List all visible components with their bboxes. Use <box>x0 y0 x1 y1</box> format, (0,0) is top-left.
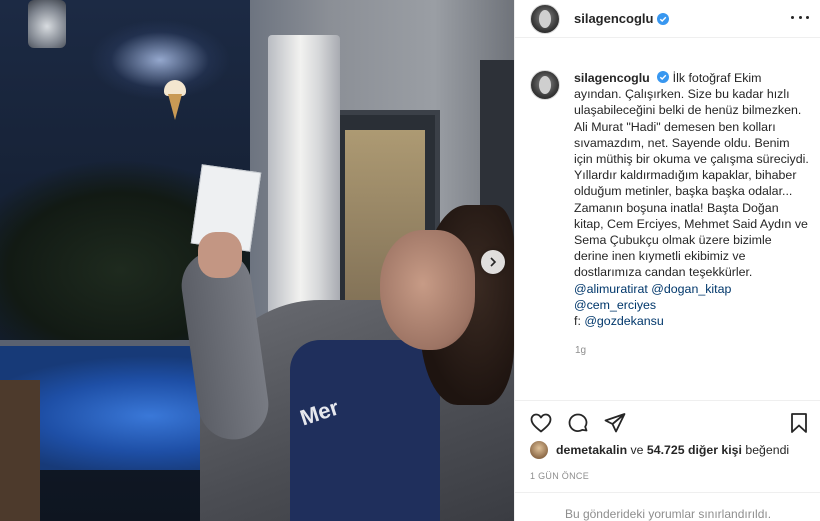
heart-icon[interactable] <box>529 411 553 435</box>
caption-mentions[interactable]: @alimuratirat @dogan_kitap <box>574 281 809 297</box>
chevron-right-icon <box>490 257 497 267</box>
caption-area: silagencoglu İlk fotoğraf Ekim ayından. … <box>515 56 820 396</box>
next-photo-button[interactable] <box>481 250 505 274</box>
post-header: silagencoglu <box>515 0 820 38</box>
caption-text: silagencoglu İlk fotoğraf Ekim ayından. … <box>574 70 809 329</box>
username-link[interactable]: silagencoglu <box>574 11 653 26</box>
photo-credit-mention[interactable]: @gozdekansu <box>584 314 663 328</box>
ice-cream-lamp <box>162 80 188 122</box>
comment-icon[interactable] <box>566 411 590 435</box>
caption-body: İlk fotoğraf Ekim ayından. Çalışırken. S… <box>574 71 809 280</box>
action-bar <box>515 400 820 440</box>
post-photo[interactable]: Mer <box>0 0 514 521</box>
photo-credit-prefix: f: <box>574 314 585 329</box>
chair <box>0 380 40 521</box>
more-options-icon <box>791 15 794 19</box>
caption-avatar[interactable] <box>530 70 560 100</box>
hanging-lantern <box>28 0 66 48</box>
caption-age: 1g <box>575 345 587 357</box>
comments-limited-notice: Bu gönderideki yorumlar sınırlandırıldı. <box>515 492 820 521</box>
likes-suffix: beğendi <box>741 443 790 457</box>
verified-badge-icon <box>657 12 670 25</box>
post-sidebar: silagencoglu silagencoglu İlk fotoğraf E… <box>514 0 820 521</box>
likes-connector: ve <box>627 443 647 457</box>
apron <box>290 340 440 521</box>
woman-hand <box>198 232 242 278</box>
liker-avatar[interactable] <box>530 441 548 459</box>
likes-summary: demetakalin ve 54.725 diğer kişi beğendi <box>530 441 789 459</box>
post-timestamp[interactable]: 1 GÜN ÖNCE <box>530 471 589 481</box>
caption-username[interactable]: silagencoglu <box>574 71 650 85</box>
likes-count-link[interactable]: 54.725 diğer kişi <box>647 443 742 457</box>
paper-plane-icon[interactable] <box>603 411 627 435</box>
avatar[interactable] <box>530 3 560 34</box>
bookmark-icon[interactable] <box>787 411 811 435</box>
more-options-button[interactable] <box>791 10 809 24</box>
verified-badge-icon <box>657 71 670 83</box>
first-liker-link[interactable]: demetakalin <box>556 443 627 457</box>
woman-face <box>380 230 475 350</box>
caption-mention-cem[interactable]: @cem_erciyes <box>574 297 809 313</box>
